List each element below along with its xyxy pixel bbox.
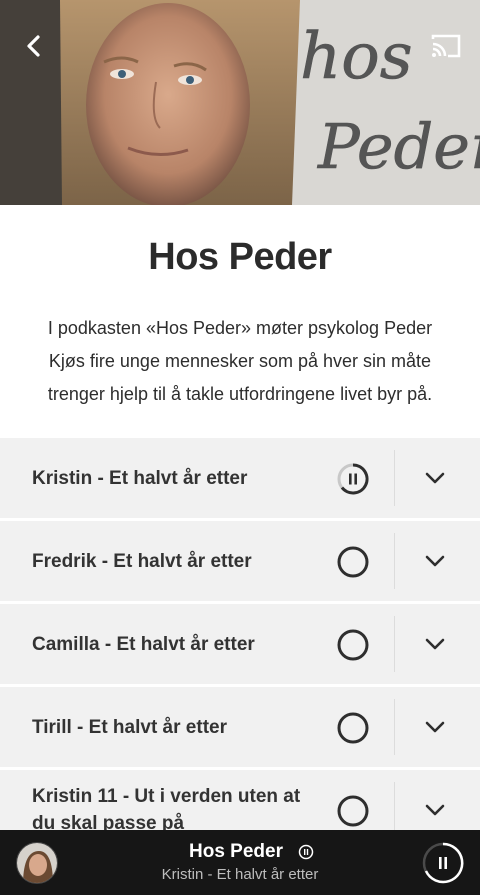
cover-handwriting-line2: Peder — [317, 110, 480, 183]
cast-icon — [431, 34, 461, 58]
row-divider — [394, 616, 395, 672]
podcast-title: Hos Peder — [148, 236, 332, 278]
chevron-down-icon — [425, 804, 445, 816]
mini-player[interactable]: Hos Peder Kristin - Et halvt år etter — [0, 830, 480, 895]
expand-button[interactable] — [415, 541, 455, 581]
podcast-description: I podkasten «Hos Peder» møter psykolog P… — [47, 318, 433, 404]
episode-row[interactable]: Tirill - Et halvt år etter — [0, 687, 480, 767]
player-subtitle: Kristin - Et halvt år etter — [161, 866, 319, 883]
expand-button[interactable] — [415, 790, 455, 830]
episode-play-icon[interactable] — [334, 543, 372, 581]
episode-row[interactable]: Camilla - Et halvt år etter — [0, 604, 480, 684]
chevron-down-icon — [425, 721, 445, 733]
episode-title[interactable]: Camilla - Et halvt år etter — [32, 604, 322, 684]
expand-button[interactable] — [415, 707, 455, 747]
episode-row[interactable]: Kristin - Et halvt år etter — [0, 438, 480, 518]
chevron-down-icon — [425, 555, 445, 567]
expand-button[interactable] — [415, 458, 455, 498]
row-divider — [394, 699, 395, 755]
episode-play-icon[interactable] — [334, 792, 372, 830]
cover-handwriting-line1: hos — [300, 20, 413, 94]
episode-play-icon[interactable] — [334, 709, 372, 747]
episode-pause-progress-icon[interactable] — [334, 460, 372, 498]
episode-play-icon[interactable] — [334, 626, 372, 664]
now-playing-icon — [298, 844, 314, 860]
pause-icon[interactable] — [420, 840, 466, 886]
chevron-left-icon — [27, 35, 40, 57]
episode-title[interactable]: Kristin - Et halvt år etter — [32, 438, 322, 518]
cover-art: hos Peder — [0, 0, 480, 205]
player-title: Hos Peder — [189, 841, 283, 862]
row-divider — [394, 450, 395, 506]
chevron-down-icon — [425, 472, 445, 484]
row-divider — [394, 533, 395, 589]
episode-title[interactable]: Tirill - Et halvt år etter — [32, 687, 322, 767]
episode-title[interactable]: Fredrik - Et halvt år etter — [32, 521, 322, 601]
podcast-cover-image: hos Peder — [0, 0, 480, 205]
episode-list: Kristin - Et halvt år etter Fredrik - Et… — [0, 438, 480, 853]
cast-button[interactable] — [426, 26, 466, 66]
episode-row[interactable]: Fredrik - Et halvt år etter — [0, 521, 480, 601]
expand-button[interactable] — [415, 624, 455, 664]
chevron-down-icon — [425, 638, 445, 650]
back-button[interactable] — [14, 26, 54, 66]
